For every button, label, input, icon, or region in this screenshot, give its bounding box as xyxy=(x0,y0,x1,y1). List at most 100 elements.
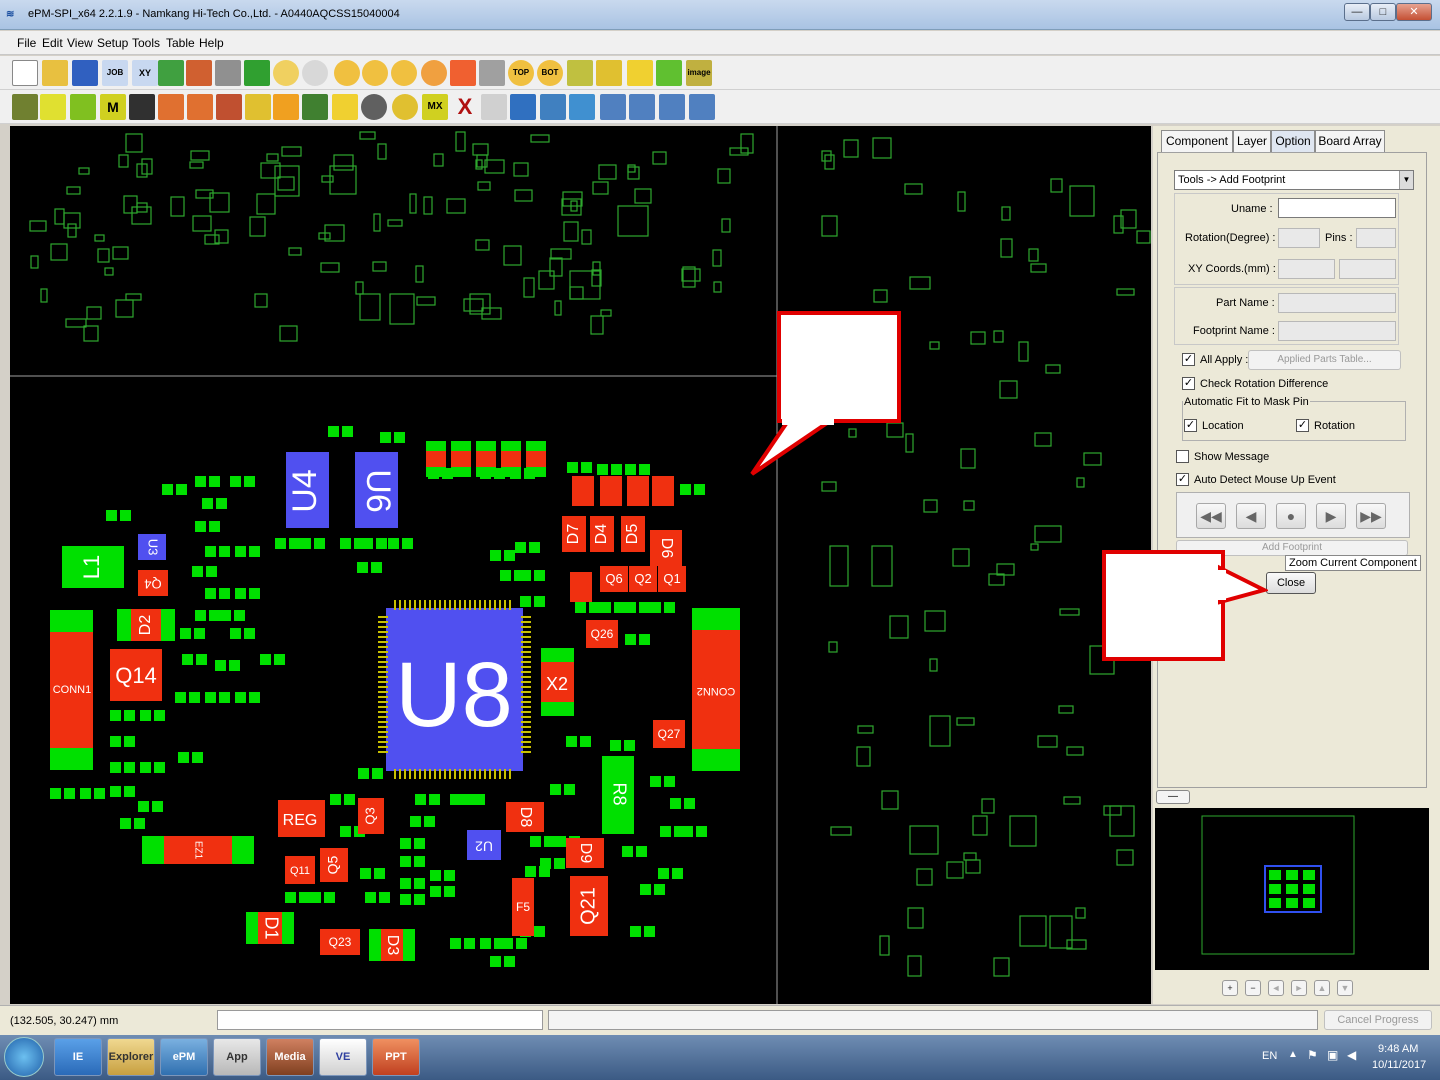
uname-field[interactable] xyxy=(1278,198,1396,218)
component-q26[interactable]: Q26 xyxy=(586,620,618,648)
ie-taskbar-icon[interactable]: IE xyxy=(54,1038,102,1076)
radiation-icon[interactable] xyxy=(392,94,418,120)
all-apply-checkbox[interactable]: ✓ xyxy=(1182,353,1195,366)
component-icon[interactable] xyxy=(596,60,622,86)
component-ez1[interactable]: EZ1 xyxy=(142,836,254,864)
chip-icon[interactable] xyxy=(70,94,96,120)
component-q2[interactable]: Q2 xyxy=(629,566,657,592)
export-icon[interactable] xyxy=(186,60,212,86)
move-icon[interactable] xyxy=(245,94,271,120)
component-f5[interactable]: F5 xyxy=(512,878,534,936)
start-button[interactable] xyxy=(4,1037,44,1077)
ve-taskbar-icon[interactable]: VE xyxy=(319,1038,367,1076)
component-conn2[interactable]: CONN2 xyxy=(692,608,740,771)
align-icon[interactable] xyxy=(158,94,184,120)
minimap-up-icon[interactable]: ▲ xyxy=(1314,980,1330,996)
delete-x-icon[interactable]: X xyxy=(452,94,478,120)
copy-icon[interactable] xyxy=(569,94,595,120)
close-window-button[interactable]: ✕ xyxy=(1396,3,1432,21)
component-d8[interactable]: D8 xyxy=(506,802,544,832)
minimize-button[interactable]: — xyxy=(1344,3,1370,21)
network-icon[interactable]: ▣ xyxy=(1327,1048,1338,1062)
minimap-zoom-in-icon[interactable]: + xyxy=(1222,980,1238,996)
applied-parts-table-button[interactable]: Applied Parts Table... xyxy=(1248,350,1401,370)
tab-option[interactable]: Option xyxy=(1271,130,1315,152)
volume-icon[interactable]: ◀ xyxy=(1347,1048,1356,1062)
measure-icon[interactable] xyxy=(479,60,505,86)
component-q5[interactable]: Q5 xyxy=(320,848,348,882)
menu-setup[interactable]: Setup xyxy=(97,36,128,50)
mode-select[interactable]: Tools -> Add Footprint ▼ xyxy=(1174,170,1414,190)
component-d5[interactable]: D5 xyxy=(621,516,645,552)
grid-icon[interactable] xyxy=(244,60,270,86)
minimap-left-icon[interactable]: ◄ xyxy=(1268,980,1284,996)
component-r8[interactable]: R8 xyxy=(602,756,634,834)
minimap[interactable] xyxy=(1155,808,1429,970)
export-table-icon[interactable] xyxy=(659,94,685,120)
component-d3[interactable]: D3 xyxy=(369,929,415,961)
location-checkbox[interactable]: ✓ xyxy=(1184,419,1197,432)
split-icon[interactable] xyxy=(302,94,328,120)
tab-layer[interactable]: Layer xyxy=(1233,130,1271,152)
component-q6[interactable]: Q6 xyxy=(600,566,628,592)
redo-icon[interactable] xyxy=(302,60,328,86)
align2-icon[interactable] xyxy=(187,94,213,120)
next-icon[interactable]: ▶ xyxy=(1316,503,1346,529)
first-icon[interactable]: ◀◀ xyxy=(1196,503,1226,529)
menu-help[interactable]: Help xyxy=(199,36,224,50)
component-u4[interactable]: U4 xyxy=(286,452,329,528)
target-icon[interactable] xyxy=(361,94,387,120)
component-q23[interactable]: Q23 xyxy=(320,929,360,955)
check-rotation-checkbox[interactable]: ✓ xyxy=(1182,377,1195,390)
component-d1[interactable]: D1 xyxy=(246,912,294,944)
component-u3[interactable]: U3 xyxy=(138,534,166,560)
align3-icon[interactable] xyxy=(216,94,242,120)
tab-component[interactable]: Component xyxy=(1161,130,1233,152)
swap-icon[interactable] xyxy=(600,94,626,120)
light-icon[interactable] xyxy=(627,60,653,86)
minimap-zoom-out-icon[interactable]: − xyxy=(1245,980,1261,996)
component-l1[interactable]: L1 xyxy=(62,546,124,588)
component-reg[interactable]: REG xyxy=(278,800,325,837)
job-icon[interactable]: JOB xyxy=(102,60,128,86)
chain-icon[interactable] xyxy=(510,94,536,120)
undo-icon[interactable] xyxy=(273,60,299,86)
component-conn1[interactable]: CONN1 xyxy=(50,610,93,770)
xy-icon[interactable]: XY xyxy=(132,60,158,86)
auto-detect-checkbox[interactable]: ✓ xyxy=(1176,473,1189,486)
component-q14[interactable]: Q14 xyxy=(110,649,162,701)
component-u6[interactable]: U6 xyxy=(355,452,398,528)
component-q3[interactable]: Q3 xyxy=(358,798,384,834)
tab-board-array[interactable]: Board Array xyxy=(1315,130,1385,152)
minimap-right-icon[interactable]: ► xyxy=(1291,980,1307,996)
zoom-out-icon[interactable] xyxy=(391,60,417,86)
chart-icon[interactable] xyxy=(689,94,715,120)
pad-icon[interactable] xyxy=(567,60,593,86)
open-folder-icon[interactable] xyxy=(42,60,68,86)
rotate-icon[interactable] xyxy=(273,94,299,120)
component-u8[interactable]: U8 xyxy=(378,600,531,779)
prev-icon[interactable]: ◀ xyxy=(1236,503,1266,529)
menu-table[interactable]: Table xyxy=(166,36,195,50)
table-icon[interactable] xyxy=(540,94,566,120)
app-taskbar-icon[interactable]: App xyxy=(213,1038,261,1076)
last-icon[interactable]: ▶▶ xyxy=(1356,503,1386,529)
flag-icon[interactable]: ⚑ xyxy=(1307,1048,1318,1062)
sort-icon[interactable] xyxy=(629,94,655,120)
maximize-button[interactable]: □ xyxy=(1370,3,1396,21)
cancel-progress-button[interactable]: Cancel Progress xyxy=(1324,1010,1432,1030)
barcode-icon[interactable] xyxy=(215,60,241,86)
cut-icon[interactable] xyxy=(40,94,66,120)
menu-file[interactable]: File xyxy=(17,36,36,50)
menu-tools[interactable]: Tools xyxy=(132,36,160,50)
minimap-down-icon[interactable]: ▼ xyxy=(1337,980,1353,996)
rotation-checkbox[interactable]: ✓ xyxy=(1296,419,1309,432)
close-button[interactable]: Close xyxy=(1266,572,1316,594)
merge-icon[interactable] xyxy=(332,94,358,120)
ge-icon[interactable] xyxy=(158,60,184,86)
explorer-taskbar-icon[interactable]: Explorer xyxy=(107,1038,155,1076)
bot-icon[interactable]: BOT xyxy=(537,60,563,86)
component-q4[interactable]: Q4 xyxy=(138,570,168,596)
image-icon[interactable]: image xyxy=(686,60,712,86)
component-x2[interactable]: X2 xyxy=(541,648,574,716)
